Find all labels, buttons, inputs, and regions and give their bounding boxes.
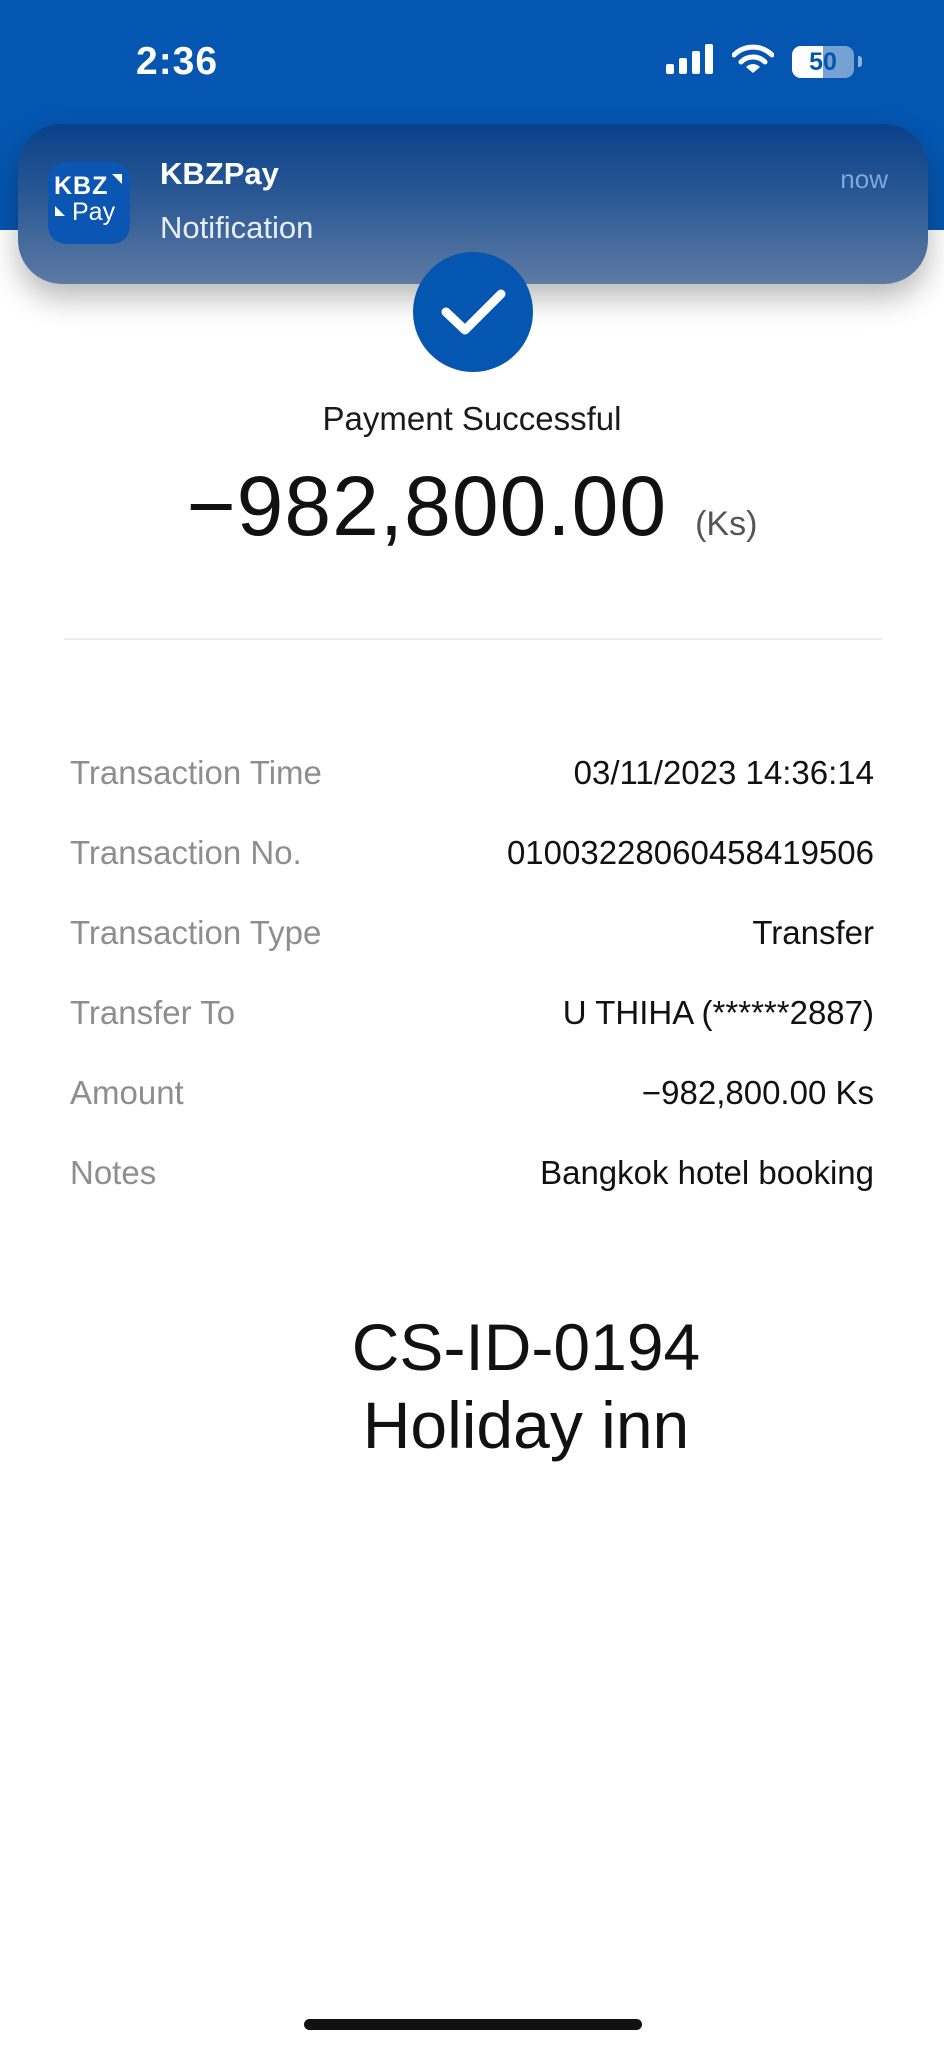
notification-message: Notification <box>160 210 314 245</box>
app-icon-logo-text: KBZ <box>54 172 109 200</box>
detail-row-amount: Amount −982,800.00 Ks <box>70 1053 874 1133</box>
annotation-line-id: CS-ID-0194 <box>351 1310 701 1384</box>
payment-amount: −982,800.00 (Ks) <box>0 458 944 555</box>
payment-status-title: Payment Successful <box>322 400 622 437</box>
divider <box>64 638 882 640</box>
status-icons: 50 <box>666 44 862 79</box>
detail-value: 01003228060458419506 <box>506 834 874 871</box>
battery-icon: 50 <box>792 45 854 78</box>
overlay-annotation: CS-ID-0194 Holiday inn <box>0 1308 944 1464</box>
detail-label: Transaction No. <box>70 834 302 871</box>
detail-label: Transaction Time <box>70 754 322 791</box>
annotation-line-hotel: Holiday inn <box>362 1388 690 1462</box>
status-time: 2:36 <box>136 40 219 83</box>
detail-label: Notes <box>70 1154 157 1191</box>
detail-label: Transfer To <box>70 994 236 1031</box>
home-indicator[interactable] <box>304 2019 642 2030</box>
status-bar: 2:36 50 <box>0 0 944 130</box>
detail-value: Bangkok hotel booking <box>540 1154 874 1191</box>
detail-row-transaction-no: Transaction No. 01003228060458419506 <box>70 813 874 893</box>
detail-value: 03/11/2023 14:36:14 <box>573 754 874 791</box>
notification-time: now <box>840 164 888 194</box>
kbzpay-app-icon: KBZ Pay <box>48 162 130 244</box>
corner-mark-icon <box>112 174 122 184</box>
battery-cap <box>858 56 862 67</box>
cellular-signal-icon <box>666 44 714 79</box>
detail-value: U THIHA (******2887) <box>562 994 874 1031</box>
detail-value: Transfer <box>752 914 874 951</box>
detail-label: Transaction Type <box>70 914 322 951</box>
notification-app-name: KBZPay <box>160 156 279 191</box>
detail-value: −982,800.00 Ks <box>641 1074 874 1111</box>
success-check-icon <box>413 252 533 372</box>
detail-row-transaction-time: Transaction Time 03/11/2023 14:36:14 <box>70 733 874 813</box>
wifi-icon <box>731 44 775 79</box>
detail-row-transaction-type: Transaction Type Transfer <box>70 893 874 973</box>
amount-value: −982,800.00 <box>186 459 668 553</box>
detail-row-transfer-to: Transfer To U THIHA (******2887) <box>70 973 874 1053</box>
app-icon-logo-subtext: Pay <box>72 198 116 226</box>
detail-row-notes: Notes Bangkok hotel booking <box>70 1133 874 1213</box>
corner-mark-icon <box>55 206 65 216</box>
detail-label: Amount <box>70 1074 184 1111</box>
transaction-details: Transaction Time 03/11/2023 14:36:14 Tra… <box>70 733 874 1213</box>
battery-level: 50 <box>809 47 837 76</box>
amount-currency: (Ks) <box>695 505 758 543</box>
